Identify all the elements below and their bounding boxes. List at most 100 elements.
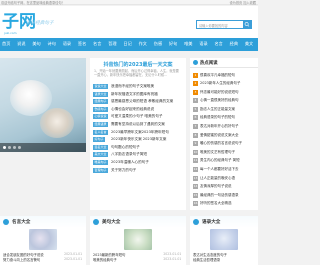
list-item[interactable]: 经典生活哲理语录 [193,257,256,262]
article-row[interactable]: 经典语录 需要有坚持说以后到了遇到的文案 [93,121,185,129]
article-row[interactable]: 心情说说 可爱又温柔的小句子 唯美的句子 [93,113,185,121]
search-input[interactable]: 请输入你要找的内容 [199,23,228,28]
nav-item[interactable]: 名言 [93,41,101,47]
article-title[interactable]: 新年祝福语文字的图库有祝福 [111,92,185,97]
hot-item-title[interactable]: 友情深厚的句子说说 [200,184,257,189]
article-title[interactable]: 句句戳心的短句子 [111,145,185,150]
section-title[interactable]: 名言大全 [12,219,30,225]
category-tag[interactable]: 唯美句子 [93,159,109,165]
list-item[interactable]: 努力奋斗向上的名言警句 2023-01-01 [3,257,82,262]
article-title[interactable]: 心情也会好起来的经典说说 [111,107,185,112]
hot-item-title[interactable]: 2023新年人生的经典句子 [200,81,257,86]
category-tag[interactable]: 经典语录 [93,121,109,127]
section-title[interactable]: 美句大全 [102,219,120,225]
hot-item[interactable]: 3 怀念最可能好的说说短句 [193,88,257,97]
article-row[interactable]: 名人名言 2023最早跨年文案2023年跨年短句 [93,129,185,137]
hot-item[interactable]: 8 爱情甜蜜的说说文案大全 [193,131,257,140]
featured-headline[interactable]: 抖音热门的2023最后一天文案 [90,61,186,68]
image-slider[interactable] [0,58,86,152]
article-title[interactable]: 2023最早跨年文案2023年跨年短句 [111,130,185,135]
slider-dot[interactable] [18,146,21,149]
slider-dot[interactable] [13,146,16,149]
nav-item[interactable]: 唯美 [184,41,192,47]
nav-item[interactable]: 日记 [123,41,131,47]
article-row[interactable]: 唯美句子 2023年温暖人心的句子 [93,159,185,167]
nav-item[interactable]: 美文 [245,41,253,47]
section-thumbnail[interactable] [29,229,57,250]
category-tag[interactable]: 说说大全 [93,84,109,89]
top-links[interactable]: 设为首页 加入收藏 [229,0,256,5]
article-row[interactable]: 伤感句子 心情也会好起来的经典说说 [93,106,185,114]
nav-item[interactable]: 伤感 [154,41,162,47]
nav-item[interactable]: 语录 [63,41,71,47]
category-tag[interactable]: 语录大全 [93,91,109,97]
category-tag[interactable]: 好句子 [93,137,106,143]
article-row[interactable]: 好句子 2023新年快乐文案 2023新年文案 [93,136,185,144]
nav-item[interactable]: 语录 [199,41,207,47]
nav-item[interactable]: 经典 [230,41,238,47]
section-title[interactable]: 语录大全 [202,219,220,225]
hot-item[interactable]: 4 心情一直很美好的经典句 [193,97,257,106]
hot-item-title[interactable]: 怀念最可能好的说说短句 [200,90,257,95]
category-tag[interactable]: 美文大全 [93,152,109,158]
article-title[interactable]: 需要有坚持说以后到了遇到的文案 [111,122,185,127]
hot-item-title[interactable]: 暖心的伤感的名言说说句子 [200,141,257,146]
hot-item-title[interactable]: 表达对新年开心的好句子 [200,124,257,129]
category-tag[interactable]: 哲理句子 [93,167,109,173]
hot-item-title[interactable]: 经典语录的句子的短句 [200,115,257,120]
article-row[interactable]: 经典句子 感恩最感恩父母的短语 孝敬经典的文案 [93,98,185,106]
hot-item[interactable]: 12 每一个人都要好好活下去 [193,166,257,175]
nav-item[interactable]: 好句 [169,41,177,47]
nav-item[interactable]: 说说 [17,41,25,47]
hot-item-title[interactable]: 最经典的一句话伤感语录 [200,193,257,198]
hot-item-title[interactable]: 男生内心的经典句子 简短 [200,158,257,163]
article-title[interactable]: 2023年温暖人心的句子 [111,160,185,165]
nav-item[interactable]: 作文 [139,41,147,47]
hot-item[interactable]: 14 友情深厚的句子说说 [193,183,257,192]
slider-dot[interactable] [8,146,11,149]
article-title[interactable]: 浪漫而不经的句子文案唯美 [111,84,185,89]
section-thumbnail[interactable] [210,229,238,250]
category-tag[interactable]: 签名大全 [93,144,109,150]
hot-item-title[interactable]: 爱情甜蜜的说说文案大全 [200,133,257,138]
hot-item-title[interactable]: 励志人生的正能量文案 [200,107,257,112]
hot-item-title[interactable]: 每一个人都要好好活下去 [200,167,257,172]
article-row[interactable]: 语录大全 新年祝福语文字的图库有祝福 [93,91,185,99]
hot-item-title[interactable]: 很喜欢平凡幸福的短句 [200,73,257,78]
hot-item[interactable]: 6 经典语录的句子的短句 [193,114,257,123]
category-tag[interactable]: 心情说说 [93,114,109,120]
category-tag[interactable]: 经典句子 [93,99,109,105]
category-tag[interactable]: 伤感句子 [93,106,109,112]
nav-item[interactable]: 首页 [2,41,10,47]
article-title[interactable]: 八字励志语录句子简短 [111,152,185,157]
nav-item[interactable]: 哲理 [108,41,116,47]
hot-item-title[interactable]: 让人正能量的晚安心语 [200,176,257,181]
hot-item-title[interactable]: 好听的签名大全精选 [200,201,257,206]
hot-item[interactable]: 16 好听的签名大全精选 [193,200,257,209]
search-box[interactable]: 请输入你要找的内容 [196,20,252,29]
hot-item[interactable]: 9 暖心的伤感的名言说说句子 [193,140,257,149]
hot-item[interactable]: 13 让人正能量的晚安心语 [193,174,257,183]
hot-item[interactable]: 10 唯美的文艺有哲理句子 [193,148,257,157]
search-button[interactable] [243,21,251,28]
slider-dot[interactable] [3,146,6,149]
hot-item[interactable]: 5 励志人生的正能量文案 [193,105,257,114]
hot-item-title[interactable]: 唯美的文艺有哲理句子 [200,150,257,155]
hot-item[interactable]: 7 表达对新年开心的好句子 [193,123,257,132]
article-title[interactable]: 2023新年快乐文案 2023新年文案 [111,137,185,142]
hot-item[interactable]: 1 很喜欢平凡幸福的短句 [193,71,257,80]
nav-item[interactable]: 签名 [78,41,86,47]
list-item[interactable]: 唯美的经典句子 2023-01-01 [93,257,181,262]
article-title[interactable]: 感恩最感恩父母的短语 孝敬经典的文案 [111,99,185,104]
hot-item[interactable]: 11 男生内心的经典句子 简短 [193,157,257,166]
hot-item-title[interactable]: 心情一直很美好的经典句 [200,98,257,103]
article-row[interactable]: 哲理句子 关于努力的句子 [93,167,185,175]
section-thumbnail[interactable] [124,229,152,250]
category-tag[interactable]: 名人名言 [93,129,109,135]
hot-item[interactable]: 2 2023新年人生的经典句子 [193,80,257,89]
article-row[interactable]: 说说大全 浪漫而不经的句子文案唯美 [93,83,185,91]
article-title[interactable]: 可爱又温柔的小句子 唯美的句子 [111,114,185,119]
hot-item[interactable]: 15 最经典的一句话伤感语录 [193,191,257,200]
nav-item[interactable]: 美句 [32,41,40,47]
nav-item[interactable]: 诗句 [48,41,56,47]
